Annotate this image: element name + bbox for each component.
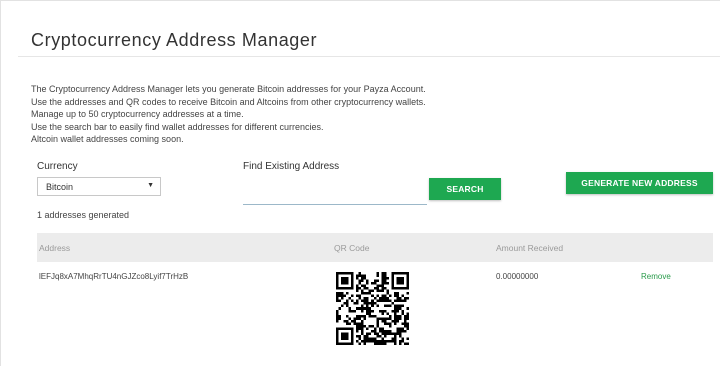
caret-down-icon: ▼ — [147, 182, 154, 189]
row-amount: 0.00000000 — [496, 272, 539, 281]
address-count: 1 addresses generated — [37, 210, 130, 220]
description: The Cryptocurrency Address Manager lets … — [31, 83, 591, 146]
description-line: Altcoin wallet addresses coming soon. — [31, 134, 184, 145]
search-button[interactable]: SEARCH — [429, 178, 501, 200]
remove-link[interactable]: Remove — [641, 272, 671, 281]
description-line: The Cryptocurrency Address Manager lets … — [31, 84, 426, 94]
page-title: Cryptocurrency Address Manager — [31, 30, 318, 50]
header-amount: Amount Received — [496, 243, 564, 253]
description-line: Manage up to 50 cryptocurrency addresses… — [31, 109, 244, 120]
find-address-label: Find Existing Address — [243, 161, 340, 172]
currency-label: Currency — [37, 161, 78, 172]
header-address: Address — [39, 243, 71, 253]
search-input[interactable] — [243, 180, 427, 205]
description-line: Use the addresses and QR codes to receiv… — [31, 96, 426, 107]
header-qr-code: QR Code — [334, 243, 370, 253]
currency-select[interactable]: Bitcoin ▼ — [37, 177, 161, 196]
description-line: Use the search bar to easily find wallet… — [31, 121, 324, 132]
currency-selected-value: Bitcoin — [46, 182, 74, 192]
row-address: lEFJq8xA7MhqRrTU4nGJZco8Lyif7TrHzB — [39, 272, 189, 281]
title-divider — [18, 56, 720, 57]
table-header: Address QR Code Amount Received — [37, 233, 713, 262]
generate-address-button[interactable]: GENERATE NEW ADDRESS — [566, 172, 713, 194]
qr-code-icon — [336, 272, 409, 345]
